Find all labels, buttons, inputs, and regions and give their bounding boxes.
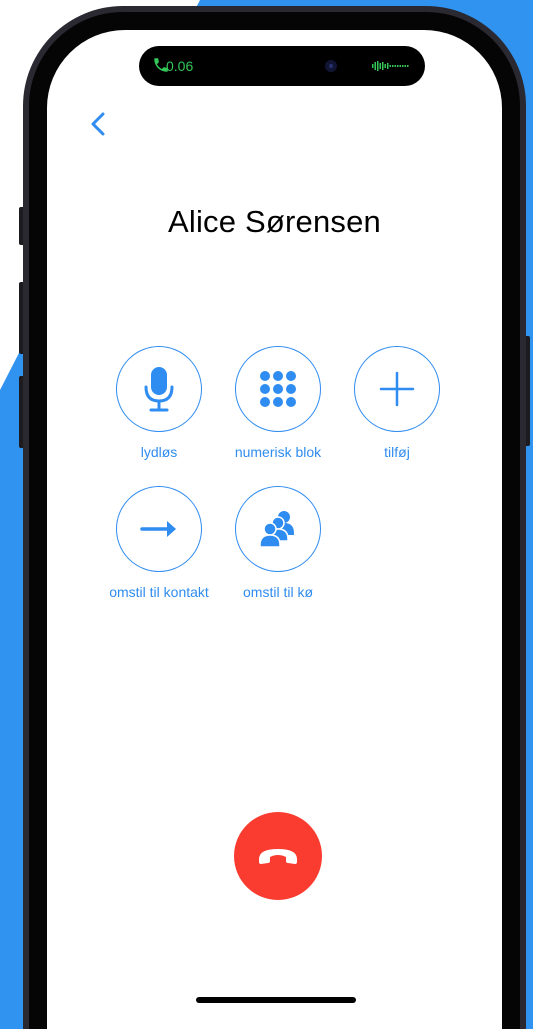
caller-name: Alice Sørensen <box>167 204 381 239</box>
transfer-to-queue-button-circle[interactable] <box>235 486 321 572</box>
end-call-button[interactable] <box>234 812 322 900</box>
transfer-to-queue-label: omstil til kø <box>243 584 313 600</box>
keypad-icon <box>260 371 296 407</box>
audio-waveform-icon <box>372 61 409 71</box>
home-indicator[interactable] <box>196 997 356 1003</box>
call-timer: 0.06 <box>166 58 194 74</box>
back-chevron-icon[interactable] <box>83 108 113 140</box>
mute-button-circle[interactable] <box>116 346 202 432</box>
keypad-button-circle[interactable] <box>235 346 321 432</box>
call-screen: 0.06 Alice Sørensen lydløs numerisk blok… <box>47 30 502 1030</box>
add-call-label: tilføj <box>384 444 410 460</box>
people-icon <box>259 511 294 548</box>
add-call-button-circle[interactable] <box>354 346 440 432</box>
transfer-to-contact-button-circle[interactable] <box>116 486 202 572</box>
plus-icon <box>379 371 415 407</box>
arrow-right-icon <box>140 521 176 537</box>
dynamic-island[interactable]: 0.06 <box>139 46 425 86</box>
front-camera <box>325 60 337 72</box>
hangup-phone-icon <box>259 849 297 864</box>
microphone-icon <box>144 367 174 412</box>
